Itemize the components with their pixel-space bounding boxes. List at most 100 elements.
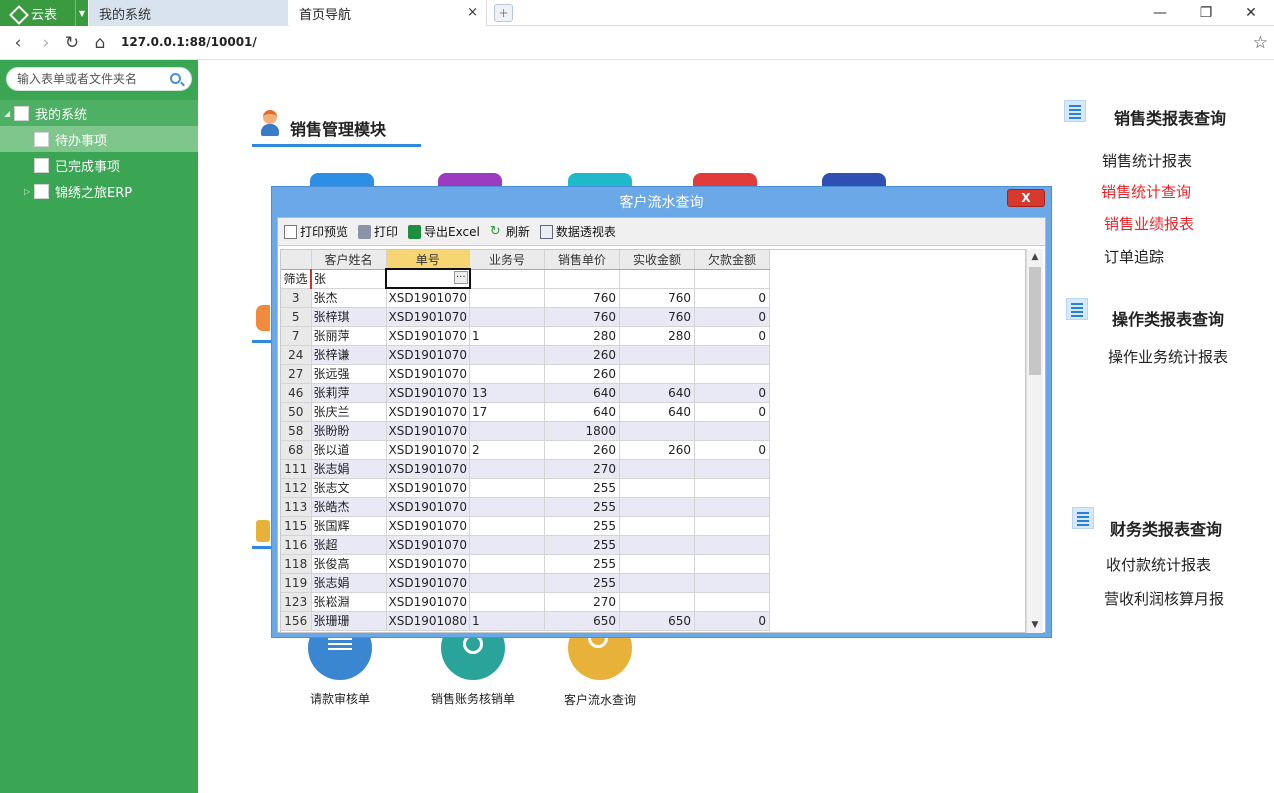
module-tile[interactable] [438,173,502,187]
url-text[interactable]: 127.0.0.1:88/10001/ [121,35,257,49]
cell-business-no[interactable]: 1 [469,611,546,631]
payment-review-label[interactable]: 请款审核单 [270,690,410,707]
row-number[interactable]: 118 [281,554,312,574]
print-preview-button[interactable]: 打印预览 [284,223,348,240]
row-number[interactable]: 7 [281,326,312,346]
row-number[interactable]: 68 [281,440,312,460]
table-row[interactable]: 118 张俊高 XSD1901070 255 [281,554,771,574]
cell-order-no[interactable]: XSD1901070 [386,554,471,574]
sidebar-item-todo[interactable]: 待办事项 [0,126,198,152]
row-number[interactable]: 46 [281,383,312,403]
cell-owed-amount[interactable]: 0 [694,326,771,346]
expand-icon[interactable]: ◢ [4,109,14,118]
pivot-table-button[interactable]: 数据透视表 [539,223,616,240]
report-link[interactable]: 营收利润核算月报 [1104,588,1224,609]
cell-order-no[interactable]: XSD1901070 [386,383,471,403]
module-tile[interactable] [310,173,374,187]
cell-customer-name[interactable]: 张俊高 [311,554,387,574]
cell-customer-name[interactable]: 张志娟 [311,573,387,593]
checkbox[interactable] [34,157,49,173]
cell-unit-price[interactable]: 270 [544,459,621,479]
filter-input-name[interactable]: 张 [310,269,387,289]
row-number[interactable]: 50 [281,402,312,422]
sales-writeoff-label[interactable]: 销售账务核销单 [403,690,543,707]
row-number[interactable]: 111 [281,459,312,479]
cell-business-no[interactable] [469,592,546,612]
ellipsis-button[interactable]: ··· [453,271,468,284]
column-header[interactable]: 欠款金额 [694,250,771,270]
cell-owed-amount[interactable]: 0 [694,440,771,460]
cell-customer-name[interactable]: 张梓谦 [311,345,387,365]
row-number[interactable]: 123 [281,592,312,612]
dialog-close-button[interactable]: X [1007,189,1045,207]
cell-paid-amount[interactable] [619,573,696,593]
module-tile[interactable] [568,173,632,187]
tab-home-navigation[interactable]: 首页导航 × [289,0,487,26]
cell-owed-amount[interactable] [694,421,771,441]
table-row[interactable]: 7 张丽萍 XSD1901070 1 280 280 0 [281,326,771,346]
cell-paid-amount[interactable] [619,459,696,479]
cell-owed-amount[interactable] [694,573,771,593]
checkbox[interactable] [14,105,29,121]
cell-business-no[interactable] [469,478,546,498]
checkbox[interactable] [34,131,49,147]
cell-order-no[interactable]: XSD1901070 [386,364,471,384]
vertical-scrollbar[interactable]: ▲ ▼ [1026,249,1043,633]
cell-order-no[interactable]: XSD1901070 [386,497,471,517]
cell-paid-amount[interactable] [619,421,696,441]
row-number[interactable]: 112 [281,478,312,498]
report-link[interactable]: 订单追踪 [1104,246,1164,267]
close-tab-icon[interactable]: × [467,5,478,20]
cell-paid-amount[interactable] [619,364,696,384]
cell-owed-amount[interactable]: 0 [694,383,771,403]
collapsed-arrow-icon[interactable]: ▷ [24,187,34,196]
customer-flow-search-label[interactable]: 客户流水查询 [530,691,670,708]
minimize-button[interactable]: — [1145,2,1175,24]
sidebar-item-done[interactable]: 已完成事项 [0,152,198,178]
cell-paid-amount[interactable]: 650 [619,611,696,631]
search-input[interactable] [17,71,167,87]
filter-input[interactable] [694,269,771,289]
cell-unit-price[interactable]: 260 [544,440,621,460]
cell-order-no[interactable]: XSD1901070 [386,535,471,555]
cell-customer-name[interactable]: 张志文 [311,478,387,498]
cell-unit-price[interactable]: 1800 [544,421,621,441]
search-icon[interactable] [170,73,181,84]
app-menu-button[interactable]: 云表 ▼ [0,0,88,26]
filter-input-no[interactable]: ··· [385,268,471,289]
cell-owed-amount[interactable] [694,459,771,479]
refresh-button[interactable]: ↻ 刷新 [490,223,530,240]
cell-owed-amount[interactable]: 0 [694,307,771,327]
column-header[interactable]: 单号 [386,250,471,270]
cell-business-no[interactable] [469,345,546,365]
cell-paid-amount[interactable] [619,554,696,574]
row-number[interactable]: 27 [281,364,312,384]
cell-customer-name[interactable]: 张远强 [311,364,387,384]
cell-paid-amount[interactable]: 260 [619,440,696,460]
cell-unit-price[interactable]: 255 [544,497,621,517]
row-number[interactable]: 24 [281,345,312,365]
table-row[interactable]: 123 张崧淵 XSD1901070 270 [281,592,771,612]
cell-business-no[interactable] [469,307,546,327]
cell-order-no[interactable]: XSD1901070 [386,326,471,346]
back-icon[interactable]: ‹ [8,33,28,53]
cell-unit-price[interactable]: 640 [544,383,621,403]
chevron-down-icon[interactable]: ▼ [75,0,88,26]
table-row[interactable]: 116 张超 XSD1901070 255 [281,535,771,555]
cell-paid-amount[interactable] [619,592,696,612]
table-row[interactable]: 46 张莉萍 XSD1901070 13 640 640 0 [281,383,771,403]
column-header[interactable]: 业务号 [469,250,546,270]
sidebar-item-erp[interactable]: ▷ 锦绣之旅ERP [0,178,198,204]
report-link[interactable]: 收付款统计报表 [1106,554,1211,575]
cell-owed-amount[interactable] [694,478,771,498]
cell-paid-amount[interactable]: 760 [619,307,696,327]
cell-business-no[interactable]: 2 [469,440,546,460]
table-row[interactable]: 115 张国辉 XSD1901070 255 [281,516,771,536]
cell-business-no[interactable] [469,554,546,574]
report-link[interactable]: 销售业绩报表 [1104,213,1194,234]
cell-business-no[interactable] [469,421,546,441]
cell-business-no[interactable] [469,288,546,308]
bookmark-star-icon[interactable]: ☆ [1253,33,1268,53]
table-row[interactable]: 3 张杰 XSD1901070 760 760 0 [281,288,771,308]
cell-customer-name[interactable]: 张莉萍 [311,383,387,403]
